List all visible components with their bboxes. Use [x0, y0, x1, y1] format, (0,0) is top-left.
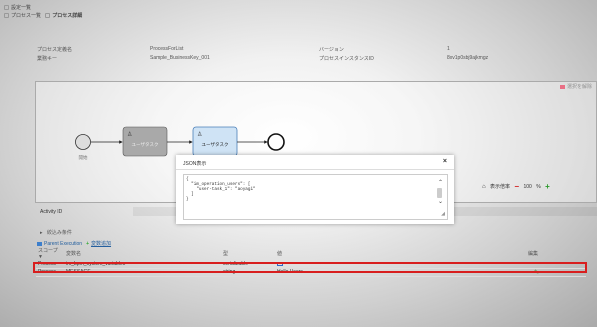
zoom-label: 表示倍率 [490, 184, 511, 190]
activity-id-label: Activity ID [40, 209, 63, 215]
zoom-out-button[interactable]: − [514, 182, 519, 191]
pencil-icon[interactable]: ✎ [534, 270, 539, 276]
json-textarea[interactable]: { "im_operation_users": [ "user-task_1":… [183, 174, 448, 220]
zoom-controls: ⌂ 表示倍率 − 100 % + [482, 182, 553, 191]
variables-table: スコープ ▼ 変数名 型 値 編集 Process im_bpm_system_… [36, 247, 586, 277]
table-header: スコープ ▼ 変数名 型 値 編集 [36, 247, 586, 260]
breadcrumb-process-list[interactable]: プロセス一覧 [11, 13, 41, 19]
value-instance-id: 8xv1p0sbj9ajkmgz [447, 55, 489, 61]
scroll-down-icon[interactable]: ⌄ [438, 198, 443, 205]
start-event[interactable] [75, 134, 91, 150]
value-version: 1 [447, 46, 450, 52]
dialog-title: JSON表示 [183, 161, 207, 167]
user-task-2-icon: ♙ [197, 131, 202, 138]
json-line: } [186, 197, 189, 202]
list-icon [4, 13, 9, 18]
cell-value: Hello Users. [275, 268, 526, 277]
user-task-1-icon: ♙ [127, 131, 132, 138]
cell-variable-name: MESSAGE [64, 268, 221, 277]
end-event[interactable] [267, 133, 285, 151]
info-row-definition: プロセス定義名 ProcessForList バージョン 1 [33, 44, 595, 53]
value-business-key: Sample_BusinessKey_001 [150, 55, 210, 61]
cell-type: string [221, 268, 275, 277]
col-scope[interactable]: スコープ ▼ [36, 247, 64, 260]
col-variable-name: 変数名 [66, 251, 82, 257]
scroll-up-icon[interactable]: ⌃ [438, 179, 443, 186]
cell-edit: ✎ [526, 268, 586, 277]
json-view-icon[interactable] [277, 261, 283, 266]
zoom-unit: % [536, 184, 541, 190]
close-icon[interactable]: × [443, 158, 447, 165]
parent-execution-icon [37, 242, 42, 246]
breadcrumb: プロセス一覧 プロセス詳細 [4, 12, 82, 19]
menu-icon [4, 5, 9, 10]
user-task-2-label: ユーザタスク [202, 141, 229, 148]
col-type: 型 [223, 251, 229, 257]
zoom-in-button[interactable]: + [545, 182, 550, 191]
value-process-definition: ProcessForList [150, 46, 184, 52]
cell-scope: Process [36, 268, 64, 277]
label-process-definition: プロセス定義名 [37, 47, 73, 53]
info-row-business-key: 業務キー Sample_BusinessKey_001 プロセスインスタンスID… [33, 53, 595, 62]
json-line: "user-task_1": "aoyagi" [186, 187, 256, 192]
filter-conditions-toggle[interactable]: 絞込み条件 [40, 229, 72, 236]
label-version: バージョン [319, 47, 344, 53]
dialog-divider [176, 169, 454, 170]
process-info: プロセス定義名 ProcessForList バージョン 1 業務キー Samp… [33, 44, 595, 62]
parent-execution: Parent Execution + 変数追加 [37, 240, 111, 247]
home-icon[interactable]: ⌂ [482, 184, 486, 190]
cell-scope: Process [36, 260, 64, 269]
breadcrumb-top[interactable]: 設定一覧 [4, 4, 31, 11]
breadcrumb-process-detail: プロセス詳細 [52, 13, 83, 19]
col-edit: 編集 [528, 251, 539, 257]
resize-grip-icon[interactable]: ◢ [441, 211, 445, 217]
zoom-value: 100 [523, 184, 532, 190]
detail-icon [45, 13, 51, 18]
cell-edit [526, 260, 586, 269]
cell-variable-name: im_bpm_system_variables [64, 260, 221, 269]
user-task-1-label: ユーザタスク [132, 141, 159, 148]
json-dialog: JSON表示 × { "im_operation_users": [ "user… [176, 155, 454, 224]
table-row[interactable]: Process im_bpm_system_variables serializ… [36, 260, 586, 269]
cell-value [275, 260, 526, 269]
cell-type: serializable [221, 260, 275, 269]
start-event-label: 開始 [79, 154, 88, 161]
label-business-key: 業務キー [37, 56, 58, 62]
scrollbar-thumb[interactable] [437, 188, 442, 198]
table-row[interactable]: Process MESSAGE string Hello Users. ✎ [36, 268, 586, 277]
col-value: 値 [277, 251, 283, 257]
label-instance-id: プロセスインスタンスID [319, 56, 374, 62]
